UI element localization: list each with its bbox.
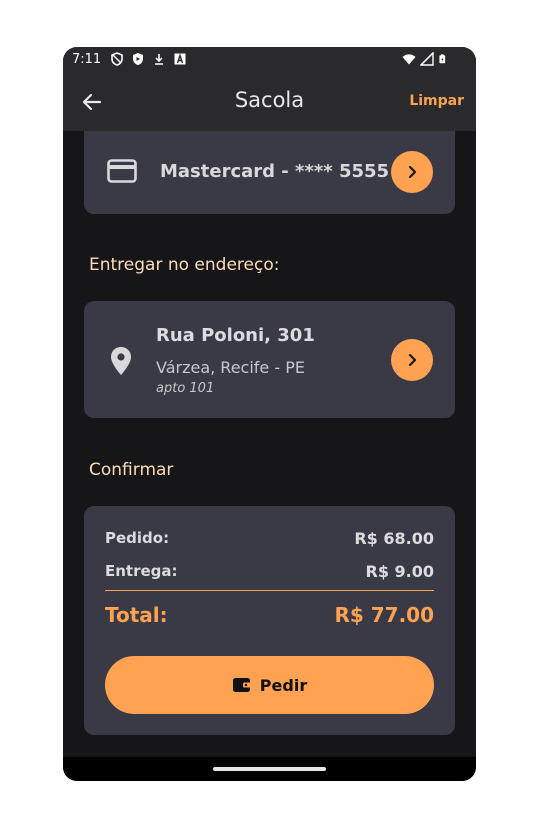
total-value: R$ 77.00: [334, 603, 434, 627]
a-box-icon: [174, 53, 186, 65]
address-city: Várzea, Recife - PE: [156, 358, 305, 377]
payment-method-card[interactable]: Mastercard - **** 5555: [84, 131, 455, 214]
address-street: Rua Poloni, 301: [156, 325, 315, 346]
order-subtotal-row: Pedido: R$ 68.00: [105, 529, 434, 548]
chevron-right-icon: [408, 353, 417, 367]
wallet-icon: [232, 678, 251, 692]
clear-button[interactable]: Limpar: [409, 93, 464, 109]
order-subtotal-value: R$ 68.00: [354, 529, 434, 548]
status-icons-left: [110, 52, 187, 66]
delivery-address-card[interactable]: Rua Poloni, 301 Várzea, Recife - PE apto…: [84, 301, 455, 418]
place-order-label: Pedir: [259, 675, 308, 695]
app-bar: Sacola Limpar: [63, 73, 476, 131]
status-icons-right: [402, 52, 448, 66]
summary-divider: [105, 590, 434, 591]
change-address-button[interactable]: [391, 339, 433, 381]
change-payment-button[interactable]: [391, 151, 433, 193]
phone-screen: 7:11 Sacola Limpar Mastercard - **** 555…: [63, 47, 476, 781]
order-subtotal-label: Pedido:: [105, 529, 170, 547]
credit-card-icon: [107, 159, 137, 183]
order-summary-card: Pedido: R$ 68.00 Entrega: R$ 9.00 Total:…: [84, 506, 455, 735]
delivery-fee-label: Entrega:: [105, 562, 178, 580]
status-bar: 7:11: [63, 47, 476, 73]
shield-outline-icon: [111, 52, 123, 66]
download-icon: [155, 54, 163, 65]
battery-icon: [439, 54, 446, 64]
shield-filled-icon: [133, 53, 143, 65]
place-order-button[interactable]: Pedir: [105, 656, 434, 714]
delivery-fee-row: Entrega: R$ 9.00: [105, 562, 434, 581]
wifi-icon: [402, 54, 416, 65]
delivery-section-label: Entregar no endereço:: [89, 255, 280, 275]
total-row: Total: R$ 77.00: [105, 603, 434, 627]
signal-icon: [420, 52, 434, 66]
address-complement: apto 101: [156, 381, 215, 396]
confirm-section-label: Confirmar: [89, 460, 174, 480]
status-time: 7:11: [72, 52, 102, 67]
chevron-right-icon: [408, 165, 417, 179]
location-pin-icon: [111, 347, 131, 375]
delivery-fee-value: R$ 9.00: [365, 562, 435, 581]
home-indicator[interactable]: [213, 767, 326, 771]
main-content: Mastercard - **** 5555 Entregar no ender…: [63, 131, 476, 757]
total-label: Total:: [105, 603, 168, 627]
payment-method-label: Mastercard - **** 5555: [160, 161, 390, 182]
system-nav-bar: [63, 757, 476, 781]
